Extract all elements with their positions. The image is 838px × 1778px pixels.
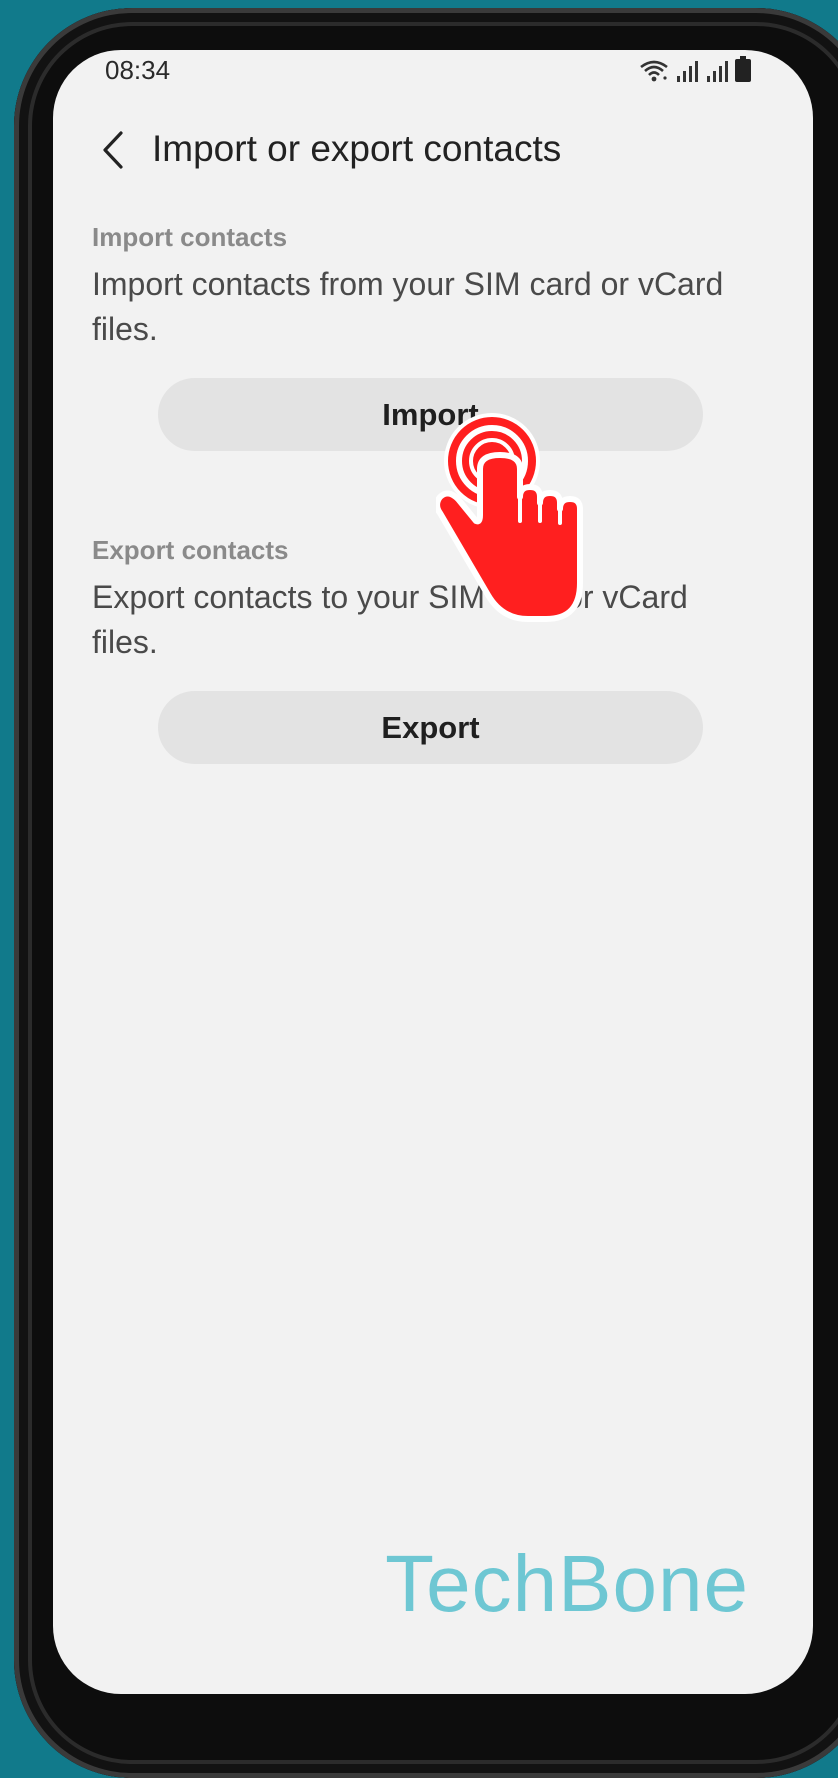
import-section: Import contacts Import contacts from you… xyxy=(92,220,752,352)
signal-icon xyxy=(707,61,728,82)
signal-icon xyxy=(677,61,698,82)
battery-icon xyxy=(735,56,751,82)
tap-hand-icon xyxy=(436,413,583,622)
status-time: 08:34 xyxy=(105,55,171,85)
techbone-watermark: TechBone xyxy=(385,1539,749,1628)
back-button[interactable] xyxy=(83,120,143,180)
status-bar: 08:34 xyxy=(53,50,813,90)
phone-screen: 08:34 Import or export contacts Import c… xyxy=(53,50,813,1694)
status-icons xyxy=(639,56,751,82)
import-button[interactable]: Import xyxy=(158,378,703,451)
app-bar: Import or export contacts xyxy=(53,110,813,200)
wifi-icon xyxy=(640,60,668,82)
import-section-header: Import contacts xyxy=(92,222,288,252)
export-section-description: Export contacts to your SIM card or vCar… xyxy=(92,579,688,660)
export-button[interactable]: Export xyxy=(158,691,703,764)
import-section-description: Import contacts from your SIM card or vC… xyxy=(92,266,724,347)
export-section-header: Export contacts xyxy=(92,535,289,565)
export-section: Export contacts Export contacts to your … xyxy=(92,533,752,665)
chevron-left-icon xyxy=(103,131,123,169)
page-title: Import or export contacts xyxy=(152,128,562,169)
